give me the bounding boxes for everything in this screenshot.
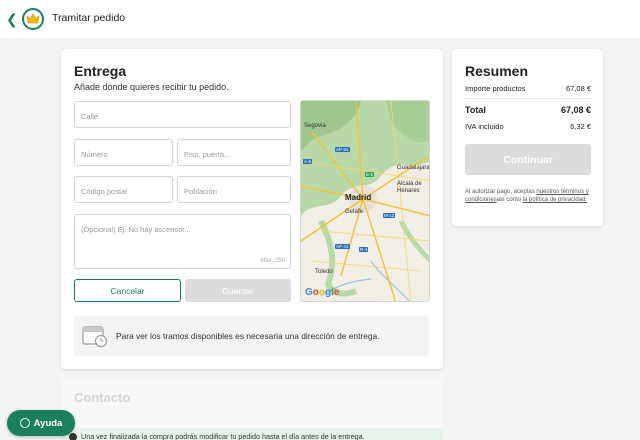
notas-textarea[interactable]: (Opcional) Ej. No hay ascensor... Máx. 2… xyxy=(74,214,291,269)
poblacion-placeholder: Población xyxy=(184,187,217,196)
piso-placeholder: Piso, puerta... xyxy=(184,150,231,159)
road-a6: A-6 xyxy=(303,159,313,164)
iva-value: 6,32 € xyxy=(570,122,591,131)
google-logo-g: G xyxy=(305,287,313,298)
road-ap41: AP-41 xyxy=(335,244,350,249)
road-e5: E-5 xyxy=(365,172,375,177)
entrega-subtitle: Añade dónde quieres recibir tu pedido. xyxy=(74,82,229,92)
park-strip xyxy=(398,219,429,263)
resumen-title: Resumen xyxy=(465,63,529,79)
calle-field[interactable]: Calle xyxy=(74,101,291,128)
total-value: 67,08 € xyxy=(560,105,591,115)
importe-value: 67,08 € xyxy=(565,84,591,93)
road-r4: R-4 xyxy=(359,247,369,252)
divider xyxy=(465,98,591,99)
numero-field[interactable]: Número xyxy=(74,139,173,166)
modify-order-banner: Una vez finalizada la compra podrás modi… xyxy=(61,428,443,440)
map-label-segovia: Segovia xyxy=(304,123,326,129)
map-label-alcala: Alcalá de Henares xyxy=(397,181,422,194)
total-label: Total xyxy=(465,105,486,115)
info-icon xyxy=(69,433,77,440)
legal-text: Al autorizar pago, aceptas nuestros térm… xyxy=(465,188,595,204)
chat-bubble-icon xyxy=(19,418,30,428)
google-logo: Google xyxy=(305,287,339,298)
poblacion-field[interactable]: Población xyxy=(177,176,291,203)
page-title: Tramitar pedido xyxy=(52,12,126,24)
cancel-button[interactable]: Cancelar xyxy=(74,279,181,302)
calle-placeholder: Calle xyxy=(81,112,99,121)
piso-field[interactable]: Piso, puerta... xyxy=(177,139,291,166)
save-button[interactable]: Guardar xyxy=(185,279,291,302)
crown-icon xyxy=(26,13,40,24)
top-bar: ❮ Tramitar pedido xyxy=(0,0,640,38)
contacto-title: Contacto xyxy=(74,390,131,405)
banner-text: Una vez finalizada la compra podrás modi… xyxy=(81,432,365,440)
numero-placeholder: Número xyxy=(81,150,108,159)
iva-row: IVA incluido 6,32 € xyxy=(465,122,591,131)
codigo-postal-placeholder: Código postal xyxy=(81,187,127,196)
total-row: Total 67,08 € xyxy=(465,105,591,115)
delivery-slots-notice: Para ver los tramos disponibles es neces… xyxy=(74,316,429,356)
help-label: Ayuda xyxy=(33,417,63,429)
chevron-left-icon[interactable]: ❮ xyxy=(6,11,18,27)
continue-button[interactable]: Continuar xyxy=(465,144,591,175)
codigo-postal-field[interactable]: Código postal xyxy=(74,176,173,203)
map-label-toledo: Toledo xyxy=(315,269,333,275)
notas-placeholder: (Opcional) Ej. No hay ascensor... xyxy=(81,225,191,234)
google-logo-e: e xyxy=(333,287,340,298)
calendar-clock-icon xyxy=(82,326,108,348)
map-label-madrid: Madrid xyxy=(345,193,372,202)
entrega-title: Entrega xyxy=(74,63,127,79)
importe-label: Importe productos xyxy=(465,84,526,93)
map-label-getafe: Getafe xyxy=(345,209,364,215)
importe-row: Importe productos 67,08 € xyxy=(465,84,591,93)
notice-text: Para ver los tramos disponibles es neces… xyxy=(116,331,380,341)
notas-char-counter: Máx. 250 xyxy=(260,258,285,264)
legal-part1: Al autorizar pago, aceptas xyxy=(465,189,537,195)
road-ap61: AP-61 xyxy=(335,147,350,152)
iva-label: IVA incluido xyxy=(465,122,504,131)
map-label-guadalajara: Guadalajara xyxy=(397,165,430,171)
privacy-link[interactable]: la política de privacidad. xyxy=(523,197,587,203)
delivery-map[interactable]: Segovia Guadalajara Alcalá de Henares Ma… xyxy=(300,100,430,302)
legal-part2: así como xyxy=(496,197,523,203)
help-button[interactable]: Ayuda xyxy=(7,410,75,436)
crown-logo-icon[interactable] xyxy=(22,8,44,30)
road-m12: M-12 xyxy=(383,213,396,218)
